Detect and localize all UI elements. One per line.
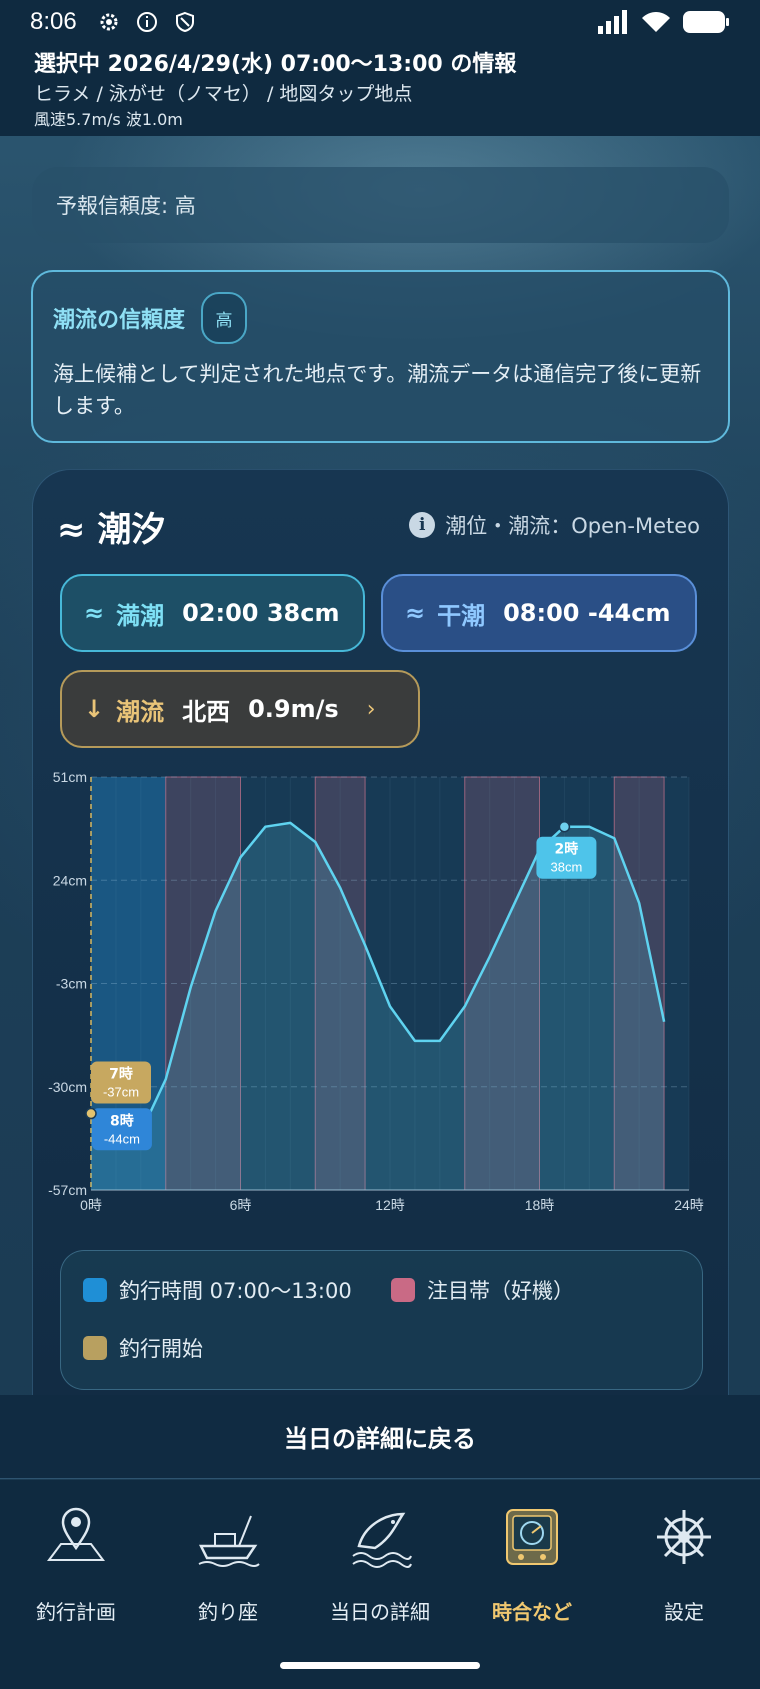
selection-header: 選択中 2026/4/29(水) 07:00〜13:00 の情報 ヒラメ / 泳… — [0, 44, 760, 136]
high-tide-chip: ≈ 満潮 02:00 38cm — [60, 574, 365, 652]
home-indicator[interactable] — [280, 1662, 480, 1669]
high-tide-label: 満潮 — [116, 601, 165, 630]
boat-icon — [198, 1515, 260, 1567]
tide-source-label: 潮位・潮流：Open-Meteo — [445, 514, 700, 538]
status-time: 8:06 — [30, 8, 77, 35]
signal-icon — [598, 10, 627, 34]
nav-label-plan: 釣行計画 — [36, 1600, 116, 1624]
nav-label-detail: 当日の詳細 — [330, 1600, 430, 1624]
y-tick-label: -3cm — [56, 976, 87, 992]
y-tick-label: 24cm — [53, 872, 87, 888]
tidal-current-label: 潮流 — [116, 697, 165, 726]
legend-fishing: 釣行時間 07:00〜13:00 — [83, 1275, 352, 1305]
status-bar: 8:06 — [0, 0, 760, 44]
nav-label-spot: 釣り座 — [198, 1600, 258, 1624]
legend-focus-swatch — [391, 1278, 415, 1302]
nav-item-timing[interactable]: 時合など — [456, 1502, 608, 1625]
map-pin-icon — [47, 1507, 105, 1561]
current-reliability-card: 潮流の信頼度 高 海上候補として判定された地点です。潮流データは通信完了後に更新… — [31, 270, 730, 443]
gear-icon — [100, 13, 118, 31]
battery-icon — [683, 11, 729, 33]
low-tide-label: 干潮 — [437, 601, 486, 630]
fish-icon — [352, 1512, 412, 1568]
wave-icon: ≈ — [405, 599, 426, 627]
forecast-reliability-text: 予報信頼度: 高 — [56, 194, 196, 218]
fish-finder-icon — [506, 1509, 558, 1565]
chart-legend: 釣行時間 07:00〜13:00 注目帯（好機） 釣行開始 — [60, 1250, 703, 1390]
legend-start: 釣行開始 — [83, 1333, 203, 1363]
y-tick-label: -30cm — [48, 1079, 87, 1095]
point-label-value: 38cm — [551, 860, 583, 875]
arrow-down-icon: ↓ — [84, 695, 105, 723]
current-reliability-desc: 海上候補として判定された地点です。潮流データは通信完了後に更新します。 — [53, 362, 702, 418]
point-label-time: 2時 — [555, 841, 579, 858]
legend-focus-label: 注目帯（好機） — [427, 1279, 574, 1303]
tide-title: ≈ 潮汐 — [57, 510, 166, 550]
forecast-reliability-card: 予報信頼度: 高 — [32, 167, 729, 243]
nav-label-timing: 時合など — [492, 1600, 572, 1624]
legend-start-swatch — [83, 1336, 107, 1360]
label-point — [558, 820, 571, 833]
low-tide-chip: ≈ 干潮 08:00 -44cm — [381, 574, 697, 652]
return-to-detail-button[interactable]: 当日の詳細に戻る — [0, 1395, 760, 1479]
point-label-value: -44cm — [104, 1131, 140, 1146]
high-tide-value: 02:00 38cm — [182, 599, 340, 627]
legend-focus: 注目帯（好機） — [391, 1275, 574, 1305]
y-tick-label: 51cm — [53, 769, 87, 785]
tidal-current-direction: 北西 — [182, 697, 231, 726]
chevron-right-icon: › — [366, 696, 376, 722]
current-reliability-title: 潮流の信頼度 — [53, 308, 186, 333]
x-tick-label: 24時 — [674, 1197, 704, 1213]
tide-source[interactable]: i 潮位・潮流：Open-Meteo — [409, 510, 700, 540]
info-icon: i — [409, 512, 436, 538]
nav-label-settings: 設定 — [664, 1600, 704, 1624]
selection-weather: 風速5.7m/s 波1.0m — [34, 110, 183, 129]
legend-fishing-swatch — [83, 1278, 107, 1302]
label-point — [85, 1107, 97, 1120]
x-tick-label: 18時 — [525, 1197, 555, 1213]
tidal-current-chip[interactable]: ↓ 潮流 北西 0.9m/s › — [60, 670, 420, 748]
x-tick-label: 0時 — [80, 1197, 102, 1213]
shield-icon — [175, 11, 194, 33]
nav-item-detail[interactable]: 当日の詳細 — [304, 1502, 456, 1625]
point-label-time: 7時 — [109, 1066, 133, 1083]
bottom-nav: 釣行計画 釣り座 当日の詳細 時合など 設定 — [0, 1480, 760, 1689]
x-tick-label: 6時 — [230, 1197, 252, 1213]
y-tick-label: -57cm — [48, 1182, 87, 1198]
tide-chart: 51cm 24cm -3cm -30cm -57cm0時 6時 12時 18時 24時 8時 -44… — [48, 769, 704, 1213]
x-tick-label: 12時 — [375, 1197, 405, 1213]
legend-start-label: 釣行開始 — [119, 1337, 203, 1361]
nav-item-plan[interactable]: 釣行計画 — [0, 1502, 152, 1625]
current-reliability-badge: 高 — [201, 292, 248, 344]
nav-item-settings[interactable]: 設定 — [608, 1502, 760, 1625]
low-tide-value: 08:00 -44cm — [503, 599, 671, 627]
selection-title: 選択中 2026/4/29(水) 07:00〜13:00 の情報 — [34, 52, 517, 77]
legend-fishing-label: 釣行時間 07:00〜13:00 — [119, 1279, 352, 1303]
selection-target: ヒラメ / 泳がせ（ノマセ） / 地図タップ地点 — [34, 83, 413, 105]
point-label-time: 8時 — [110, 1112, 134, 1129]
tidal-current-speed: 0.9m/s — [248, 695, 339, 723]
ship-wheel-icon — [657, 1510, 711, 1564]
wifi-icon — [642, 12, 670, 32]
info-icon — [136, 12, 157, 32]
return-label: 当日の詳細に戻る — [284, 1425, 476, 1453]
tide-card: ≈ 潮汐 i 潮位・潮流：Open-Meteo ≈ 満潮 02:00 38cm … — [32, 469, 729, 1399]
wave-icon: ≈ — [84, 599, 105, 627]
nav-item-spot[interactable]: 釣り座 — [152, 1502, 304, 1625]
point-label-value: -37cm — [103, 1085, 139, 1100]
